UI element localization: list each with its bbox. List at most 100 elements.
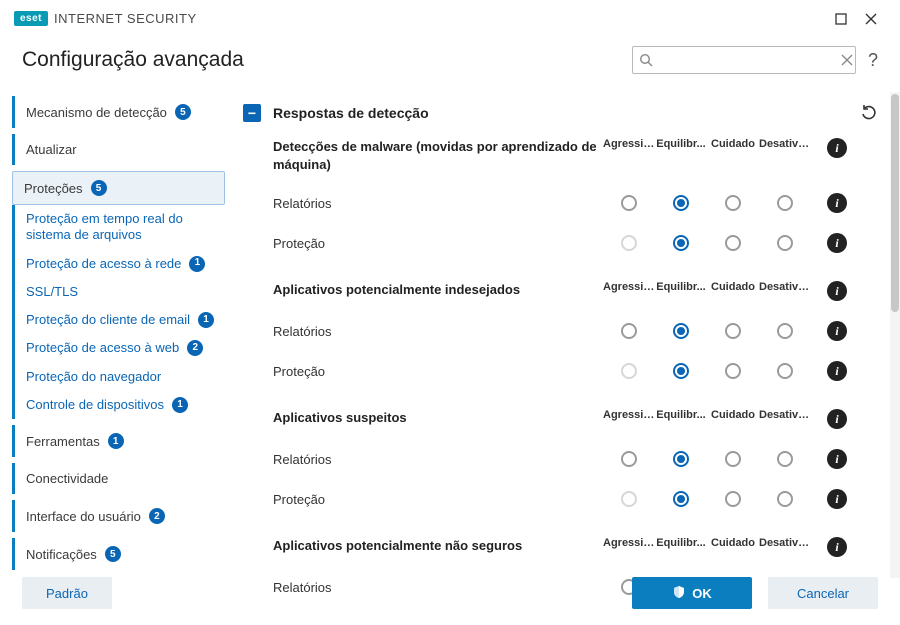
cancel-button[interactable]: Cancelar <box>768 577 878 609</box>
titlebar: eset INTERNET SECURITY <box>0 0 900 38</box>
sidebar-item-label: Proteção de acesso à web <box>26 340 179 356</box>
info-icon[interactable]: i <box>827 489 847 509</box>
radio-option[interactable] <box>725 491 741 507</box>
level-header: Cuidado <box>707 138 759 150</box>
count-badge: 2 <box>149 508 165 524</box>
window-close-icon[interactable] <box>856 4 886 34</box>
sidebar-item[interactable]: SSL/TLS <box>12 278 225 306</box>
info-icon[interactable]: i <box>827 537 847 557</box>
radio-option[interactable] <box>777 195 793 211</box>
level-header: Equilibr... <box>655 537 707 549</box>
sidebar-item-label: Interface do usuário <box>26 509 141 524</box>
radio-option[interactable] <box>777 363 793 379</box>
radio-option[interactable] <box>621 363 637 379</box>
radio-option[interactable] <box>725 195 741 211</box>
sidebar-item[interactable]: Controle de dispositivos1 <box>12 391 225 419</box>
main-panel: − Respostas de detecção Detecções de mal… <box>235 92 900 578</box>
info-icon[interactable]: i <box>827 409 847 429</box>
row-label: Relatórios <box>273 452 603 467</box>
sidebar-item[interactable]: Mecanismo de detecção 5 <box>12 96 225 128</box>
radio-option[interactable] <box>673 195 689 211</box>
sidebar-item-label: Proteções <box>24 181 83 196</box>
sidebar-item[interactable]: Proteção do navegador <box>12 363 225 391</box>
level-header: Equilibr... <box>655 138 707 150</box>
radio-option[interactable] <box>725 235 741 251</box>
settings-row: Relatóriosi <box>273 311 886 351</box>
radio-option[interactable] <box>777 323 793 339</box>
ok-label: OK <box>692 586 712 601</box>
sidebar-item[interactable]: Interface do usuário 2 <box>12 500 225 532</box>
default-button[interactable]: Padrão <box>22 577 112 609</box>
sidebar-item-label: Atualizar <box>26 142 77 157</box>
count-badge: 1 <box>189 256 205 272</box>
radio-option[interactable] <box>673 491 689 507</box>
help-button[interactable]: ? <box>868 50 878 71</box>
detection-responses-panel: − Respostas de detecção Detecções de mal… <box>243 98 886 625</box>
settings-group: Aplicativos potencialmente indesejadosAg… <box>243 281 886 409</box>
group-title: Aplicativos potencialmente indesejados <box>273 281 603 299</box>
sidebar-item-label: Proteção de acesso à rede <box>26 256 181 272</box>
info-icon[interactable]: i <box>827 193 847 213</box>
radio-option[interactable] <box>621 491 637 507</box>
sidebar-item[interactable]: Proteção de acesso à web2 <box>12 334 225 362</box>
sidebar-item[interactable]: Proteção do cliente de email1 <box>12 306 225 334</box>
radio-option[interactable] <box>673 235 689 251</box>
settings-row: Proteção i <box>273 351 886 391</box>
sidebar-item-label: Mecanismo de detecção <box>26 105 167 120</box>
ok-button[interactable]: OK <box>632 577 752 609</box>
info-icon[interactable]: i <box>827 233 847 253</box>
level-header: Desativa... <box>759 537 811 549</box>
sidebar-item[interactable]: Ferramentas1 <box>12 425 225 457</box>
level-header: Desativa... <box>759 281 811 293</box>
count-badge: 5 <box>105 546 121 562</box>
undo-icon[interactable] <box>860 104 878 122</box>
row-label: Proteção <box>273 364 603 379</box>
level-header: Equilibr... <box>655 281 707 293</box>
radio-option[interactable] <box>621 235 637 251</box>
info-icon[interactable]: i <box>827 321 847 341</box>
group-title: Aplicativos suspeitos <box>273 409 603 427</box>
sidebar-item[interactable]: Proteções 5 <box>12 171 225 205</box>
sidebar-item[interactable]: Atualizar <box>12 134 225 165</box>
level-header: Cuidado <box>707 281 759 293</box>
count-badge: 5 <box>91 180 107 196</box>
radio-option[interactable] <box>621 195 637 211</box>
search-box[interactable] <box>632 46 856 74</box>
radio-option[interactable] <box>725 451 741 467</box>
level-header: Agressivo <box>603 281 655 293</box>
count-badge: 5 <box>175 104 191 120</box>
radio-option[interactable] <box>621 323 637 339</box>
search-input[interactable] <box>659 53 835 68</box>
level-header: Equilibr... <box>655 409 707 421</box>
sidebar-item-label: Controle de dispositivos <box>26 397 164 413</box>
radio-option[interactable] <box>725 323 741 339</box>
radio-option[interactable] <box>777 451 793 467</box>
scrollbar[interactable] <box>890 92 900 578</box>
collapse-toggle-icon[interactable]: − <box>243 104 261 122</box>
clear-icon[interactable] <box>841 54 853 66</box>
sidebar-item-label: Conectividade <box>26 471 108 486</box>
radio-option[interactable] <box>673 363 689 379</box>
info-icon[interactable]: i <box>827 449 847 469</box>
group-title: Detecções de malware (movidas por aprend… <box>273 138 603 173</box>
level-header: Cuidado <box>707 537 759 549</box>
settings-row: Proteçãoi <box>273 223 886 263</box>
window-maximize-icon[interactable] <box>826 4 856 34</box>
page-title: Configuração avançada <box>22 48 632 72</box>
radio-option[interactable] <box>673 451 689 467</box>
count-badge: 1 <box>198 312 214 328</box>
info-icon[interactable]: i <box>827 281 847 301</box>
radio-option[interactable] <box>777 491 793 507</box>
info-icon[interactable]: i <box>827 361 847 381</box>
radio-option[interactable] <box>777 235 793 251</box>
info-icon[interactable]: i <box>827 138 847 158</box>
radio-option[interactable] <box>725 363 741 379</box>
sidebar-item-label: Proteção do navegador <box>26 369 161 385</box>
sidebar-item[interactable]: Conectividade <box>12 463 225 494</box>
level-header: Desativa... <box>759 409 811 421</box>
radio-option[interactable] <box>673 323 689 339</box>
radio-option[interactable] <box>621 451 637 467</box>
sidebar-item[interactable]: Proteção em tempo real do sistema de arq… <box>12 205 225 250</box>
sidebar-item[interactable]: Proteção de acesso à rede 1 <box>12 250 225 278</box>
scrollbar-thumb[interactable] <box>891 94 899 312</box>
